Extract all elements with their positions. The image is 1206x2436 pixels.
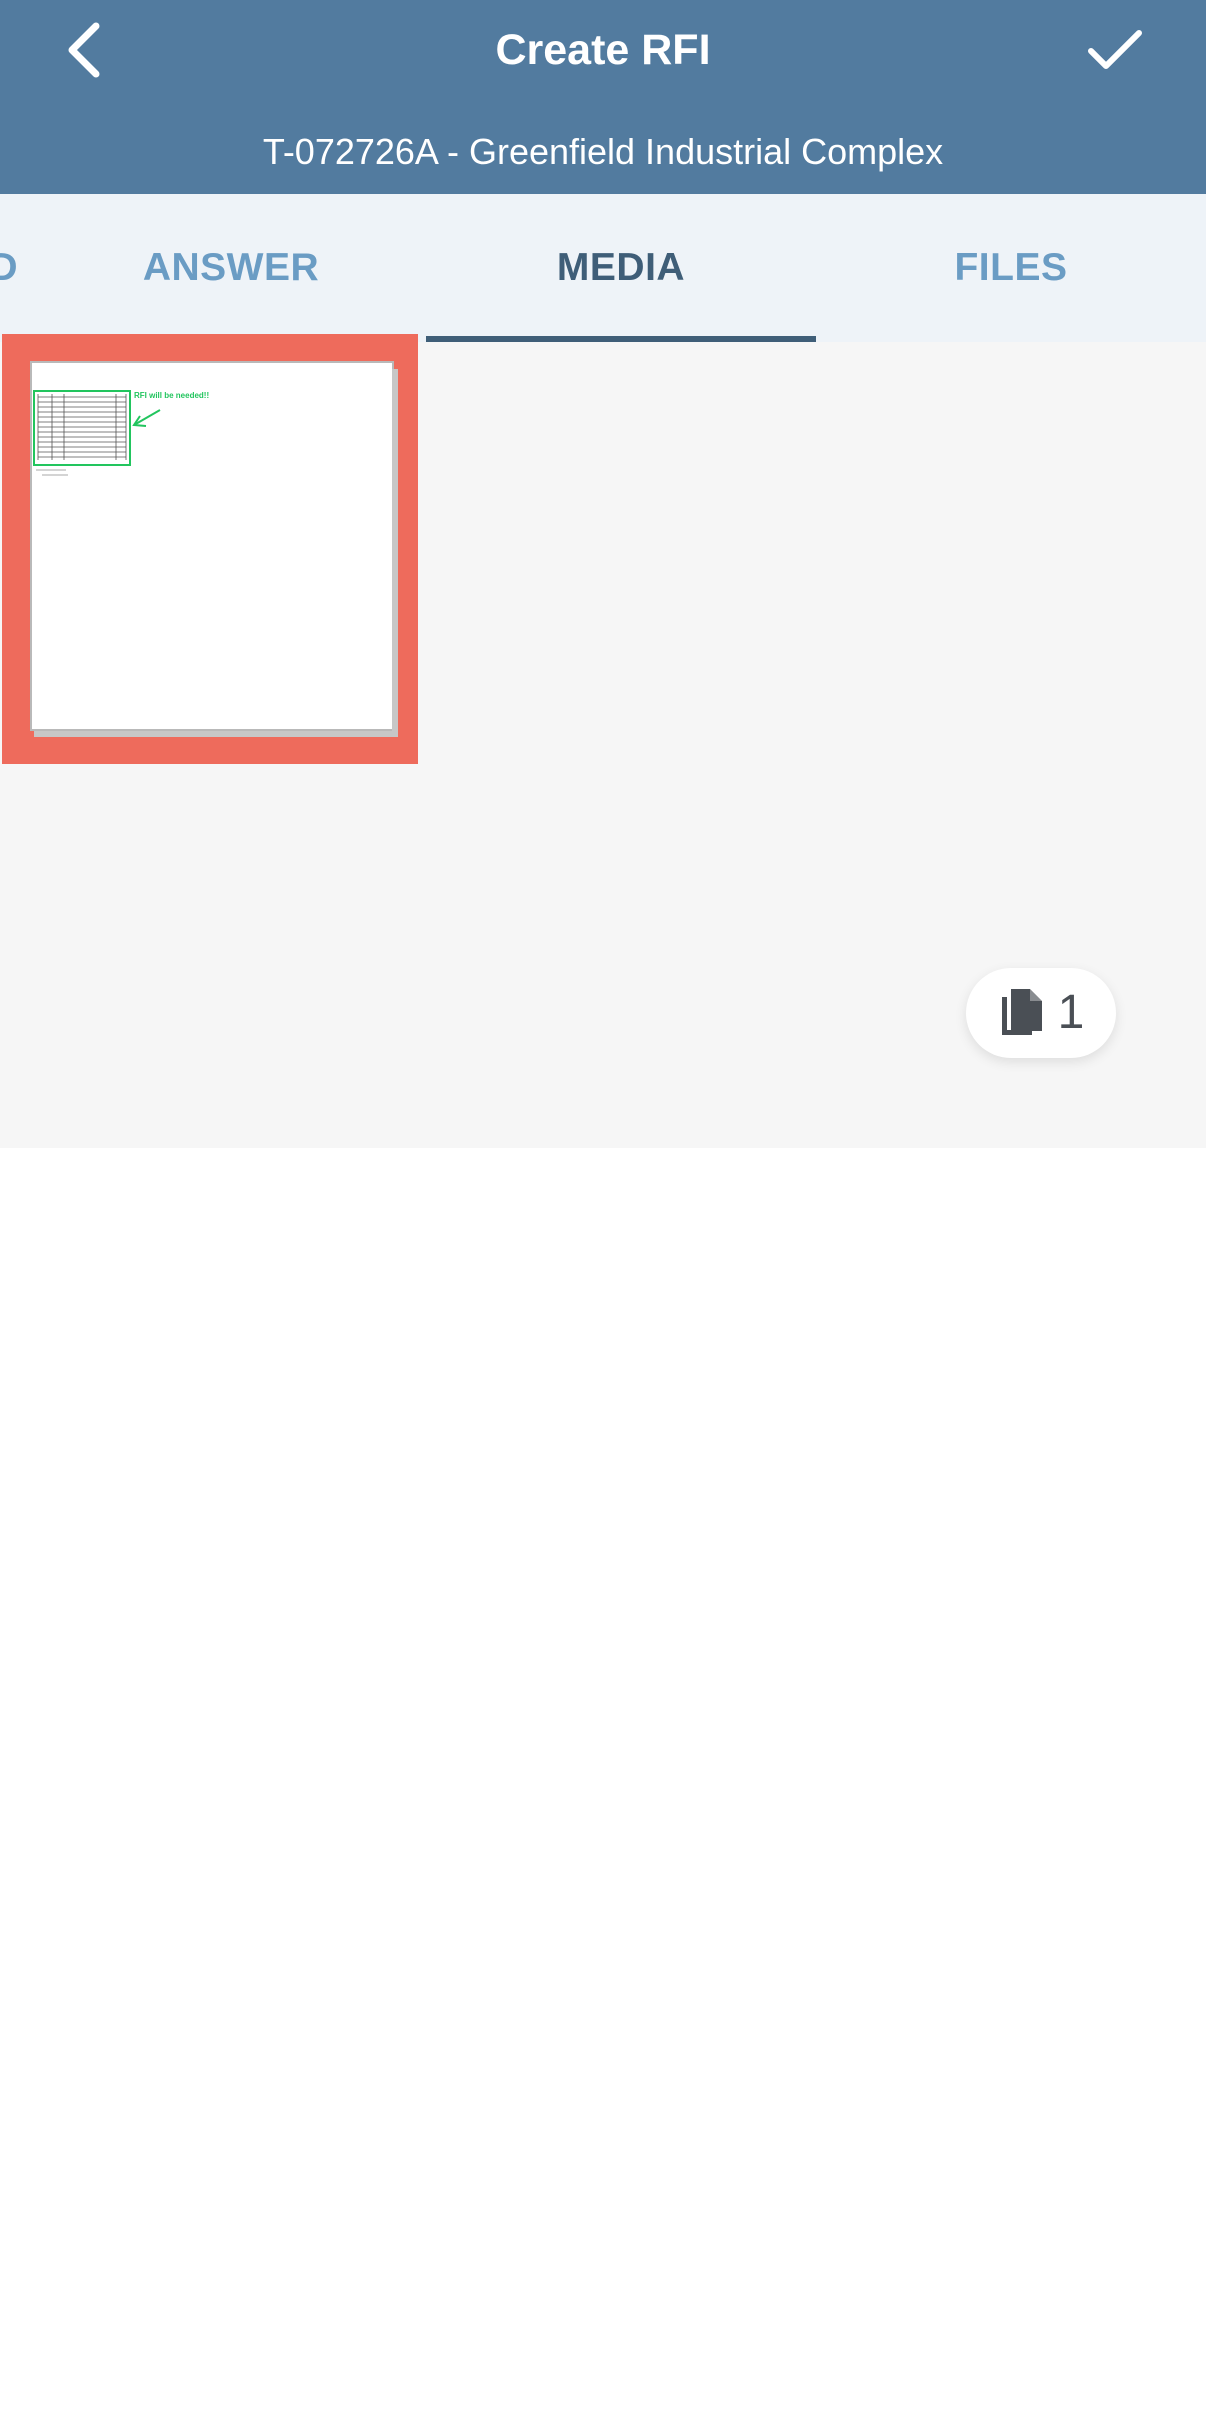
tab-label: FILES <box>954 246 1068 289</box>
tab-media[interactable]: MEDIA <box>426 194 816 342</box>
tab-answer[interactable]: ANSWER <box>36 194 426 342</box>
annotation-text: RFI will be needed!! <box>134 391 210 400</box>
documents-icon <box>1001 989 1042 1035</box>
page-title: Create RFI <box>495 26 711 74</box>
document-count: 1 <box>1057 986 1085 1039</box>
tab-bar: D ANSWER MEDIA FILES <box>0 194 1206 342</box>
tab-files[interactable]: FILES <box>816 194 1206 342</box>
tab-label: ANSWER <box>142 246 320 289</box>
tab-label: MEDIA <box>556 246 686 289</box>
checkmark-icon <box>1088 30 1142 69</box>
media-thumbnail[interactable]: RFI will be needed!! <box>2 334 418 764</box>
document-page-preview: RFI will be needed!! <box>30 361 398 737</box>
document-table-preview <box>33 390 161 476</box>
save-button[interactable] <box>1082 18 1148 82</box>
project-subtitle: T-072726A - Greenfield Industrial Comple… <box>262 131 944 172</box>
document-count-button[interactable]: 1 <box>966 968 1116 1058</box>
tab-label: D <box>0 246 18 289</box>
tab-partial[interactable]: D <box>0 194 20 342</box>
header-bar: Create RFI T-072726A - Greenfield Indust… <box>0 0 1206 194</box>
